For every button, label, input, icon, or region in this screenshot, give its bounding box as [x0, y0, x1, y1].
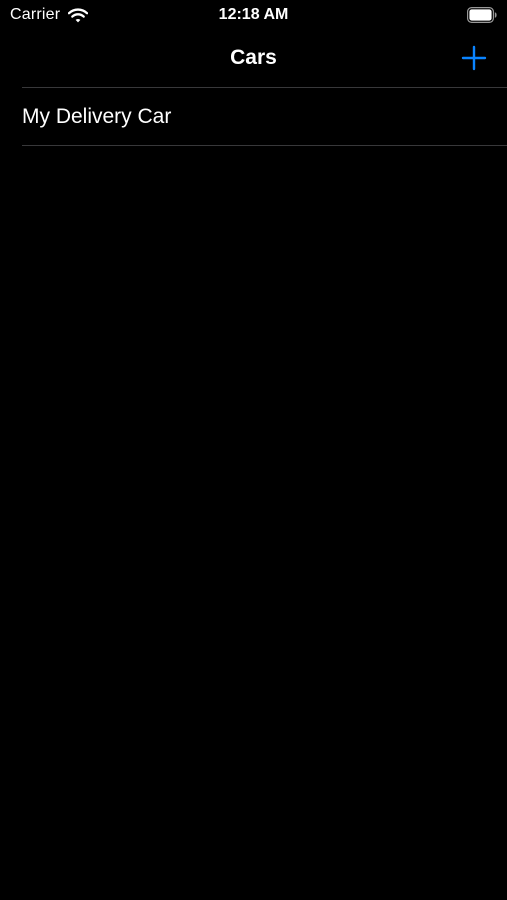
plus-icon	[461, 45, 487, 71]
navigation-bar: Cars	[0, 30, 507, 87]
car-list: My Delivery Car	[0, 88, 507, 146]
status-bar: Carrier 12:18 AM	[0, 0, 507, 30]
car-list-item[interactable]: My Delivery Car	[0, 88, 507, 146]
add-car-button[interactable]	[459, 43, 489, 73]
row-separator	[22, 145, 507, 146]
car-name-label: My Delivery Car	[22, 105, 172, 128]
status-time: 12:18 AM	[218, 6, 289, 23]
battery-icon	[467, 7, 497, 23]
page-title: Cars	[230, 46, 277, 69]
